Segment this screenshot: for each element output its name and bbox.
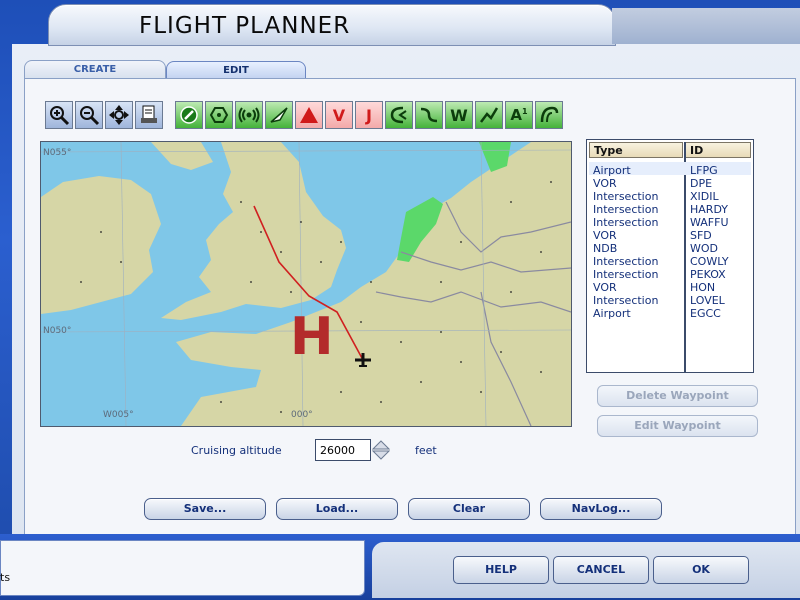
print-button[interactable] <box>135 101 163 129</box>
cruising-altitude-input[interactable] <box>315 439 371 461</box>
load-button[interactable]: Load... <box>276 498 398 520</box>
vor-icon <box>209 107 229 123</box>
zoom-in-button[interactable] <box>45 101 73 129</box>
waypoint-id-cell[interactable]: DPE <box>690 177 712 190</box>
map-graphic <box>41 142 571 426</box>
weather-filter-button[interactable]: W <box>445 101 473 129</box>
waypoint-type-cell[interactable]: Intersection <box>593 190 658 203</box>
waypoint-id-cell[interactable]: WOD <box>690 242 718 255</box>
navlog-button[interactable]: NavLog... <box>540 498 662 520</box>
waypoint-id-cell[interactable]: PEKOX <box>690 268 726 281</box>
title-bar-right <box>612 8 800 44</box>
boundaries-filter-button[interactable] <box>385 101 413 129</box>
boundary-icon <box>390 106 407 124</box>
zoom-out-button[interactable] <box>75 101 103 129</box>
pan-icon <box>109 105 129 125</box>
waypoint-type-cell[interactable]: Airport <box>593 307 631 320</box>
help-button[interactable]: HELP <box>453 556 549 584</box>
waypoint-type-cell[interactable]: NDB <box>593 242 617 255</box>
cancel-button[interactable]: CANCEL <box>553 556 649 584</box>
save-button[interactable]: Save... <box>144 498 266 520</box>
taskbar-edge-text: ts <box>0 571 11 584</box>
waypoint-id-cell[interactable]: HON <box>690 281 715 294</box>
waypoint-type-cell[interactable]: VOR <box>593 177 617 190</box>
waypoint-type-cell[interactable]: Airport <box>593 164 631 177</box>
grid-label-n55: N055° <box>43 148 72 158</box>
waypoint-type-cell[interactable]: Intersection <box>593 255 658 268</box>
waypoint-type-cell[interactable]: VOR <box>593 229 617 242</box>
waypoint-id-cell[interactable]: WAFFU <box>690 216 729 229</box>
waypoint-type-cell[interactable]: Intersection <box>593 268 658 281</box>
edit-waypoint-button[interactable]: Edit Waypoint <box>597 415 758 437</box>
column-header-type[interactable]: Type <box>589 142 683 158</box>
title-bar: FLIGHT PLANNER <box>48 4 616 46</box>
lat-lon-filter-button[interactable] <box>475 101 503 129</box>
window-title: FLIGHT PLANNER <box>139 13 351 39</box>
victor-airways-icon: V <box>332 105 346 125</box>
jet-airways-button[interactable]: J <box>355 101 383 129</box>
spinner-arrows-icon <box>371 440 391 460</box>
waypoint-type-cell[interactable]: Intersection <box>593 216 658 229</box>
zoom-in-icon <box>50 106 70 126</box>
grid-label-w005: W005° <box>103 410 134 420</box>
waypoint-id-cell[interactable]: COWLY <box>690 255 729 268</box>
terrain-icon <box>420 107 438 123</box>
grid-label-000: 000° <box>291 410 313 420</box>
pan-button[interactable] <box>105 101 133 129</box>
jet-airways-icon: J <box>366 105 372 125</box>
print-icon <box>141 105 157 123</box>
intersection-icon <box>270 107 288 123</box>
waypoint-list[interactable]: Type ID Airport LFPG VOR DPE Intersection XID… <box>586 139 754 373</box>
victor-airways-button[interactable]: V <box>325 101 353 129</box>
waypoint-id-cell[interactable]: HARDY <box>690 203 728 216</box>
cruising-altitude-label: Cruising altitude <box>191 444 282 457</box>
tab-create[interactable]: CREATE <box>24 60 166 79</box>
airways-filter-button[interactable] <box>295 101 323 129</box>
zoom-out-icon <box>80 106 100 126</box>
altitude-unit-label: feet <box>415 444 437 457</box>
airspace-filter-button[interactable]: A1 <box>505 101 533 129</box>
waypoint-id-cell[interactable]: EGCC <box>690 307 721 320</box>
column-divider <box>684 142 686 372</box>
ndb-icon <box>238 107 260 123</box>
weather-icon: W <box>450 105 468 125</box>
waypoint-id-cell[interactable]: LFPG <box>690 164 718 177</box>
waypoint-type-cell[interactable]: VOR <box>593 281 617 294</box>
ndb-filter-button[interactable] <box>235 101 263 129</box>
intersection-filter-button[interactable] <box>265 101 293 129</box>
column-header-id[interactable]: ID <box>685 142 751 158</box>
lat-lon-icon <box>480 107 499 123</box>
vor-filter-button[interactable] <box>205 101 233 129</box>
airport-icon <box>180 106 198 124</box>
ok-button[interactable]: OK <box>653 556 749 584</box>
grid-label-n50: N050° <box>43 326 72 336</box>
footer-left-panel <box>0 540 365 596</box>
heading-marker: H <box>290 307 334 367</box>
triangle-icon <box>300 107 318 123</box>
airport-filter-button[interactable] <box>175 101 203 129</box>
wind-filter-button[interactable] <box>535 101 563 129</box>
waypoint-id-cell[interactable]: XIDIL <box>690 190 719 203</box>
waypoint-id-cell[interactable]: SFD <box>690 229 712 242</box>
clear-button[interactable]: Clear <box>408 498 530 520</box>
altitude-spinner[interactable] <box>371 440 391 460</box>
delete-waypoint-button[interactable]: Delete Waypoint <box>597 385 758 407</box>
waypoint-id-cell[interactable]: LOVEL <box>690 294 725 307</box>
wind-icon <box>540 106 559 123</box>
terrain-filter-button[interactable] <box>415 101 443 129</box>
map-view[interactable]: N055° N050° W005° 000° <box>40 141 572 427</box>
waypoint-type-cell[interactable]: Intersection <box>593 203 658 216</box>
airspace-icon: A1 <box>510 106 528 124</box>
waypoint-type-cell[interactable]: Intersection <box>593 294 658 307</box>
